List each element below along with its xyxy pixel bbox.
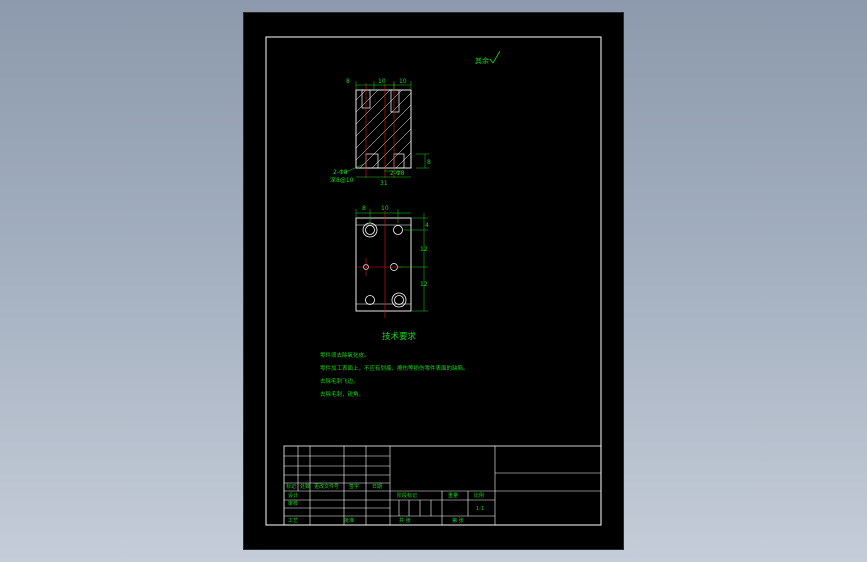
section-hatch	[355, 89, 412, 169]
tech-item-3: 去除毛刺飞边。	[320, 377, 359, 385]
dim-plan-middle: 10	[381, 205, 389, 212]
tech-item-4: 去除毛刺，锐角。	[320, 390, 364, 398]
tb-date: 日期	[372, 484, 382, 490]
tb-count: 处数	[300, 483, 310, 490]
tb-stage: 阶段标记	[397, 492, 417, 499]
note-bore-count: 2-Φ8	[333, 169, 348, 176]
tb-change-doc: 更改文件号	[314, 483, 339, 490]
note-depth: 深8@10	[330, 176, 354, 184]
bore-bottom-right	[393, 153, 405, 169]
drawing-sheet: 其余 8 10 10 8 31 2-Φ8 深8@10 2-Φ8 8 10 4 1…	[243, 12, 624, 550]
tb-mark: 标记	[286, 483, 296, 490]
dim-top-right: 10	[399, 78, 407, 85]
tb-process: 工艺	[288, 518, 298, 524]
dim-bore: 2-Φ8	[390, 170, 405, 177]
bottom-view: 8 10 4 12 12	[355, 205, 429, 318]
tb-scale: 1:1	[476, 506, 484, 512]
dim-plan-r3: 12	[420, 281, 428, 288]
tb-sheet-no: 第 张	[452, 517, 464, 524]
plan-dimensions	[355, 209, 428, 312]
tb-sign: 签字	[349, 483, 359, 490]
hole-top-left-inner	[365, 225, 375, 235]
dim-top-middle: 10	[378, 78, 386, 85]
hole-bottom-right-inner	[394, 295, 404, 305]
outer-border	[265, 36, 602, 526]
tb-ratio: 比例	[474, 492, 484, 499]
dim-plan-left: 8	[362, 205, 366, 212]
dim-plan-r2: 12	[420, 246, 428, 253]
tb-total-sheets: 共 张	[399, 517, 411, 524]
roughness-note: 其余	[475, 56, 489, 65]
tb-approve: 批准	[344, 517, 354, 524]
dim-top-left: 8	[346, 78, 350, 85]
hole-top-right	[393, 225, 403, 235]
roughness-symbol	[489, 50, 501, 64]
tb-review: 审核	[288, 500, 298, 507]
cad-drawing: 其余 8 10 10 8 31 2-Φ8 深8@10 2-Φ8 8 10 4 1…	[265, 36, 602, 526]
tb-weight: 重量	[448, 492, 458, 499]
tech-item-2: 零件加工表面上，不应有划痕、擦伤等损伤零件表面的缺陷。	[320, 364, 469, 372]
hole-bottom-left	[365, 295, 375, 305]
top-view: 8 10 10 8 31 2-Φ8 深8@10 2-Φ8	[330, 78, 431, 187]
tech-title: 技术要求	[382, 331, 417, 342]
dim-plan-r1: 4	[425, 222, 429, 229]
dim-height: 8	[427, 159, 431, 166]
tech-item-1: 零件须去除氧化皮。	[320, 351, 370, 359]
dim-width: 31	[380, 180, 388, 187]
top-dimensions	[343, 81, 429, 178]
tb-design: 设计	[288, 492, 298, 499]
